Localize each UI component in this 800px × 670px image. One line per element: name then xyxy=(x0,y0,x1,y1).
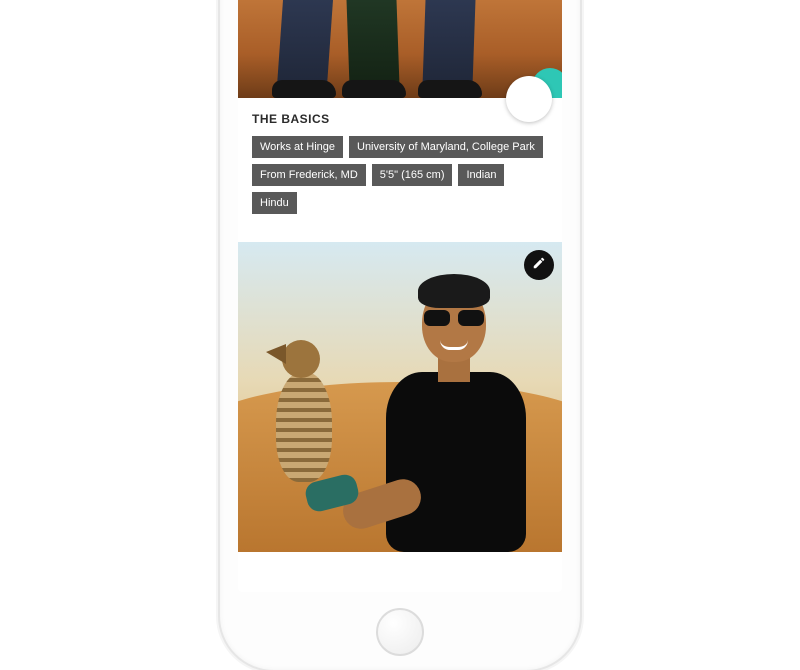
photo-decoration xyxy=(418,80,482,98)
basics-card: THE BASICS Works at Hinge University of … xyxy=(238,98,562,242)
tag-height[interactable]: 5'5" (165 cm) xyxy=(372,164,453,186)
tag-religion[interactable]: Hindu xyxy=(252,192,297,214)
pencil-icon xyxy=(532,256,546,275)
tag-hometown[interactable]: From Frederick, MD xyxy=(252,164,366,186)
screen[interactable]: THE BASICS Works at Hinge University of … xyxy=(238,0,562,592)
photo-decoration xyxy=(366,282,536,552)
tag-work[interactable]: Works at Hinge xyxy=(252,136,343,158)
basics-tags: Works at Hinge University of Maryland, C… xyxy=(252,136,548,214)
edit-photo-button[interactable] xyxy=(524,250,554,280)
photo-decoration xyxy=(342,80,406,98)
home-button[interactable] xyxy=(376,608,424,656)
photo-decoration xyxy=(258,332,348,482)
basics-title: THE BASICS xyxy=(252,112,548,126)
photo-decoration xyxy=(272,80,336,98)
phone-frame: THE BASICS Works at Hinge University of … xyxy=(220,0,580,670)
tag-school[interactable]: University of Maryland, College Park xyxy=(349,136,543,158)
like-button[interactable] xyxy=(506,76,552,122)
profile-photo-bottom[interactable] xyxy=(238,242,562,552)
tag-ethnicity[interactable]: Indian xyxy=(458,164,504,186)
